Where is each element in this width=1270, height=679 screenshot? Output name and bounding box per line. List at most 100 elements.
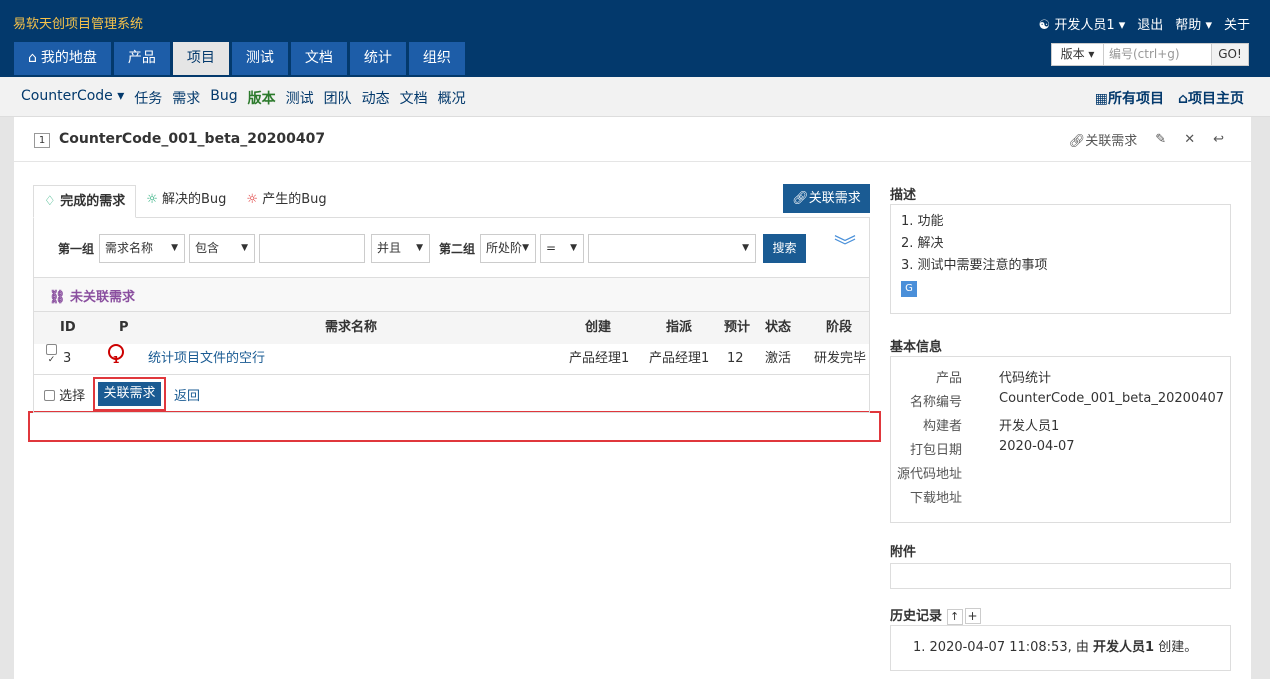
about-link[interactable]: 关于 [1224,14,1250,33]
edit-icon[interactable]: ✎ [1155,132,1166,147]
stories-section: ♢ 完成的需求 ☼ 解决的Bug ☼ 产生的Bug 🔗︎关联需求 第一组 需求名… [28,184,881,442]
help-label: 帮助 [1175,18,1202,33]
tab-resolved-label: 解决的Bug [162,192,227,207]
home-icon: ⌂ [1177,91,1188,107]
operator2-select[interactable]: = ▼ [540,234,584,263]
subnav-dynamic[interactable]: 动态 [362,88,390,108]
col-assigned[interactable]: 指派 [666,312,692,344]
main-panel: 1 CounterCode_001_beta_20200407 🔗︎关联需求 ✎… [14,117,1251,679]
col-estimate[interactable]: 预计 [724,312,750,344]
history-entry: 1. 2020-04-07 11:08:53, 由 开发人员1 创建。 [913,640,1197,655]
col-stage[interactable]: 阶段 [826,312,852,344]
op1-value: 包含 [195,241,220,255]
link-story-action[interactable]: 🔗︎关联需求 [1069,130,1138,149]
field1-select[interactable]: 需求名称 ▼ [99,234,185,263]
info-key: 构建者 [922,419,962,434]
tabs: ♢ 完成的需求 ☼ 解决的Bug ☼ 产生的Bug 🔗︎关联需求 [33,184,870,218]
tab-resolved-bugs[interactable]: ☼ 解决的Bug [136,184,236,217]
info-value: 代码统计 [999,371,1052,386]
subnav-team[interactable]: 团队 [324,88,352,108]
info-key: 名称编号 [909,395,962,410]
nav-my[interactable]: ⌂ 我的地盘 [14,42,111,75]
table-row[interactable]: ✓ 3 1 统计项目文件的空行 产品经理1 产品经理1 12 激活 研发完毕 [34,344,869,374]
link-story-button[interactable]: 🔗︎关联需求 [783,184,870,213]
tab-done-stories[interactable]: ♢ 完成的需求 [33,185,137,218]
nav-doc[interactable]: 文档 [290,42,347,75]
close-icon[interactable]: ✕ [1184,132,1195,147]
value1-input[interactable] [259,234,365,263]
row-stage: 研发完毕 [814,351,867,366]
row-assigned: 产品经理1 [649,351,710,366]
nav-company[interactable]: 组织 [408,42,465,75]
project-name: CounterCode [21,88,113,104]
info-key: 打包日期 [909,443,962,458]
project-home-link[interactable]: ⌂项目主页 [1178,88,1244,108]
all-projects-link[interactable]: ▦所有项目 [1095,88,1164,108]
logout-link[interactable]: 退出 [1137,14,1163,33]
nav-my-label: 我的地盘 [40,50,97,66]
subnav-bug[interactable]: Bug [210,88,237,108]
tab-created-bugs[interactable]: ☼ 产生的Bug [236,184,336,217]
nav-product[interactable]: 产品 [113,42,170,75]
project-switcher[interactable]: CounterCode ▾ [21,88,124,108]
select-all-checkbox[interactable]: 选择 [44,385,85,404]
nav-report[interactable]: 统计 [349,42,406,75]
field2-select[interactable]: 所处阶 ▼ [480,234,536,263]
logic-select[interactable]: 并且 ▼ [371,234,430,263]
chevron-down-icon: ▼ [171,243,178,253]
tab-created-label: 产生的Bug [262,192,327,207]
basic-info-section: 基本信息 产品 代码统计 名称编号 CounterCode_001_beta_202… [890,336,1231,523]
col-id[interactable]: ID [60,312,76,344]
operator1-select[interactable]: 包含 ▼ [189,234,255,263]
home-icon: ⌂ [28,50,37,66]
bug-icon: ☼ [146,192,158,207]
arrow-up-icon[interactable]: ↑ [946,609,963,625]
project-home-label: 项目主页 [1188,91,1244,107]
col-pri[interactable]: P [119,312,129,344]
subnav-view[interactable]: 概况 [438,88,466,108]
row-story-name[interactable]: 统计项目文件的空行 [148,344,265,374]
side-panel: 描述 1. 功能 2. 解决 3. 测试中需要注意的事项 G 基本信息 产品 代码… [890,184,1231,671]
subnav-task[interactable]: 任务 [134,88,162,108]
subnav-story[interactable]: 需求 [172,88,200,108]
subnav-test[interactable]: 测试 [286,88,314,108]
row-estimate: 12 [727,351,744,366]
unlinked-stories-header: ⛓︎ 未关联需求 [33,278,870,312]
go-button[interactable]: GO! [1211,44,1248,65]
info-key: 产品 [935,371,962,386]
back-icon[interactable]: ↩ [1213,132,1224,147]
search-type-label: 版本 [1060,47,1085,61]
link-icon: 🔗︎ [1068,134,1086,149]
value2-select[interactable]: ▼ [588,234,756,263]
field1-value: 需求名称 [105,241,154,255]
user-menu[interactable]: ☯ 开发人员1 ▾ [1039,14,1126,33]
expand-more-icon[interactable]: ︾ [834,237,856,259]
user-name: 开发人员1 [1054,18,1115,33]
row-highlight [28,411,881,442]
search-type-select[interactable]: 版本 ▾ [1052,44,1104,65]
search-button[interactable]: 搜索 [763,234,806,263]
quick-search-input[interactable]: 编号(ctrl+g) [1104,44,1211,65]
help-menu[interactable]: 帮助 ▾ [1175,14,1212,33]
subnav-doc[interactable]: 文档 [400,88,428,108]
nav-qa[interactable]: 测试 [231,42,288,75]
nav-project[interactable]: 项目 [172,42,229,75]
plus-icon[interactable]: + [964,608,981,624]
link-button-highlight: 关联需求 [93,377,166,411]
info-value: 2020-04-07 [999,439,1075,454]
link-stories-button[interactable]: 关联需求 [98,382,161,406]
subnav-build[interactable]: 版本 [248,88,276,108]
info-row: 产品 代码统计 [901,367,1220,391]
col-name[interactable]: 需求名称 [325,312,377,344]
translate-icon[interactable]: G [901,281,917,297]
grid-icon: ▦ [1094,91,1108,107]
col-status[interactable]: 状态 [765,312,791,344]
info-row: 构建者 开发人员1 [901,415,1220,439]
col-creator[interactable]: 创建 [585,312,611,344]
description-section: 描述 1. 功能 2. 解决 3. 测试中需要注意的事项 G [890,184,1231,314]
description-title: 描述 [890,188,917,203]
chevron-down-icon: ▼ [742,243,749,253]
unlink-icon: ⛓︎ [49,290,66,305]
description-line: 2. 解决 [901,236,944,251]
back-link[interactable]: 返回 [174,385,200,404]
